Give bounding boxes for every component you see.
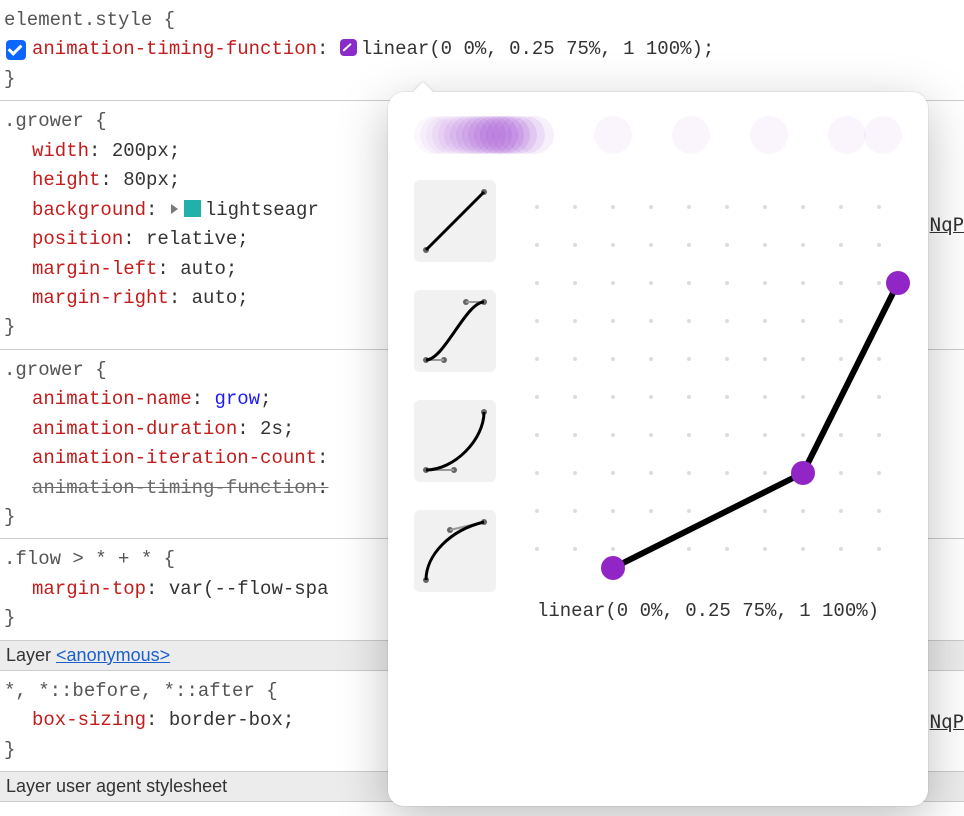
- easing-editor-popover: linear(0 0%, 0.25 75%, 1 100%): [388, 92, 928, 806]
- easing-swatch-icon[interactable]: [340, 39, 357, 56]
- decl-animation-timing-function[interactable]: animation-timing-function: linear(0 0%, …: [4, 35, 960, 64]
- disclosure-icon[interactable]: [171, 204, 178, 214]
- easing-curve-path: [518, 188, 898, 568]
- control-point-2[interactable]: [886, 271, 910, 295]
- control-point-1[interactable]: [791, 461, 815, 485]
- easing-preview-track: [414, 114, 902, 160]
- rule-element-style: element.style { animation-timing-functio…: [0, 0, 964, 101]
- preset-ease-in-out[interactable]: [414, 290, 496, 372]
- control-point-0[interactable]: [601, 556, 625, 580]
- selector-element-style: element.style: [4, 9, 152, 31]
- layer-anonymous-link[interactable]: <anonymous>: [56, 645, 170, 665]
- easing-presets: [414, 180, 496, 622]
- checkbox-icon[interactable]: [6, 40, 26, 60]
- preset-ease-out[interactable]: [414, 510, 496, 592]
- preset-ease-in[interactable]: [414, 400, 496, 482]
- color-swatch-icon[interactable]: [184, 200, 201, 217]
- preset-linear[interactable]: [414, 180, 496, 262]
- close-brace: }: [4, 65, 960, 94]
- easing-curve-editor[interactable]: [518, 188, 898, 568]
- easing-value-caption: linear(0 0%, 0.25 75%, 1 100%): [518, 600, 898, 622]
- selector-grower[interactable]: .grower: [4, 110, 84, 132]
